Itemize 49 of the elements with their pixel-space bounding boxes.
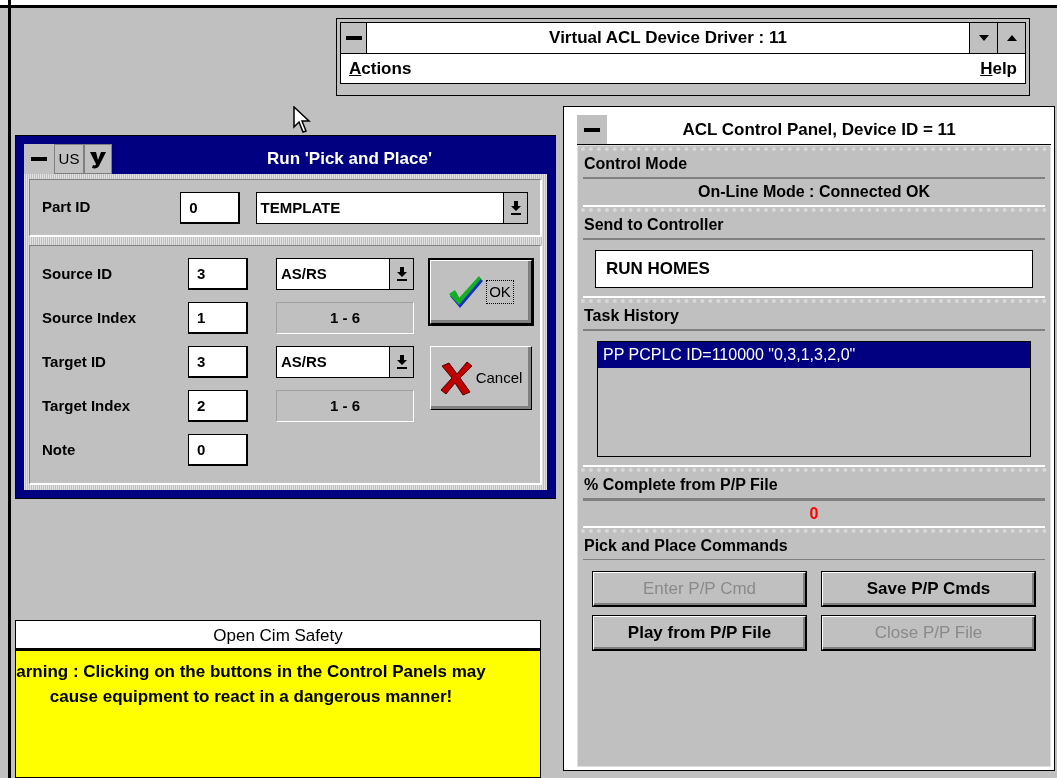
section-heading: Control Mode [583, 154, 689, 174]
status-display: On-Line Mode : Connected OK [583, 177, 1045, 207]
history-item[interactable]: PP PCPLC ID=110000 "0,3,1,3,2,0" [598, 342, 1030, 368]
dropdown-field[interactable]: AS/RS [276, 346, 414, 378]
dropdown-field[interactable]: AS/RS [276, 258, 414, 290]
input-field[interactable]: 2 [188, 390, 248, 422]
system-menu-icon[interactable] [341, 23, 367, 53]
toolbar-button[interactable]: US [54, 144, 84, 174]
menu-item[interactable]: Help [980, 55, 1017, 82]
section-heading: Pick and Place Commands [583, 536, 789, 556]
cancel-button[interactable]: Cancel [430, 346, 532, 410]
ok-button[interactable]: OK [430, 260, 532, 324]
section-heading: Task History [583, 306, 680, 326]
system-menu-icon[interactable] [577, 115, 607, 144]
range-display: 1 - 6 [276, 390, 414, 422]
command-input[interactable]: RUN HOMES [595, 250, 1033, 288]
window-title: Open Cim Safety [16, 621, 540, 651]
down-arrow-icon [978, 35, 989, 41]
input-field[interactable]: 1 [188, 302, 248, 334]
input-field[interactable]: 3 [188, 258, 248, 290]
section-heading: % Complete from P/P File [583, 475, 779, 495]
checkmark-icon [448, 274, 485, 310]
field-label: Source Index [42, 307, 138, 328]
window-title: ACL Control Panel, Device ID = 11 [681, 119, 957, 141]
field-label: Part ID [42, 197, 92, 218]
window-title: Run 'Pick and Place' [266, 148, 433, 170]
field-label: Note [42, 439, 77, 460]
range-display: 1 - 6 [276, 302, 414, 334]
logo-icon[interactable] [84, 144, 112, 174]
input-field[interactable]: 3 [188, 346, 248, 378]
menu-item[interactable]: Actions [349, 55, 412, 82]
up-arrow-icon [1006, 35, 1017, 41]
cursor-icon [293, 106, 313, 134]
command-button[interactable]: Save P/P Cmds [822, 572, 1035, 606]
input-field[interactable]: 0 [180, 191, 240, 224]
warning-message: arning : Clicking on the buttons in the Control Panels may cause equipment to react in a dangerous manner! [16, 661, 487, 708]
field-label: Source ID [42, 263, 114, 284]
minimize-button[interactable] [969, 23, 997, 53]
maximize-button[interactable] [997, 23, 1025, 53]
progress-value: 0 [583, 498, 1045, 528]
dropdown-field[interactable]: TEMPLATE [255, 191, 528, 224]
input-field[interactable]: 0 [188, 434, 248, 466]
command-button[interactable]: Play from P/P File [593, 616, 806, 650]
system-menu-icon[interactable] [24, 144, 54, 174]
window-title: Virtual ACL Device Driver : 11 [548, 27, 788, 49]
field-label: Target ID [42, 351, 107, 372]
field-label: Target Index [42, 395, 132, 416]
cross-icon [439, 360, 474, 396]
section-heading: Send to Controller [583, 215, 725, 235]
